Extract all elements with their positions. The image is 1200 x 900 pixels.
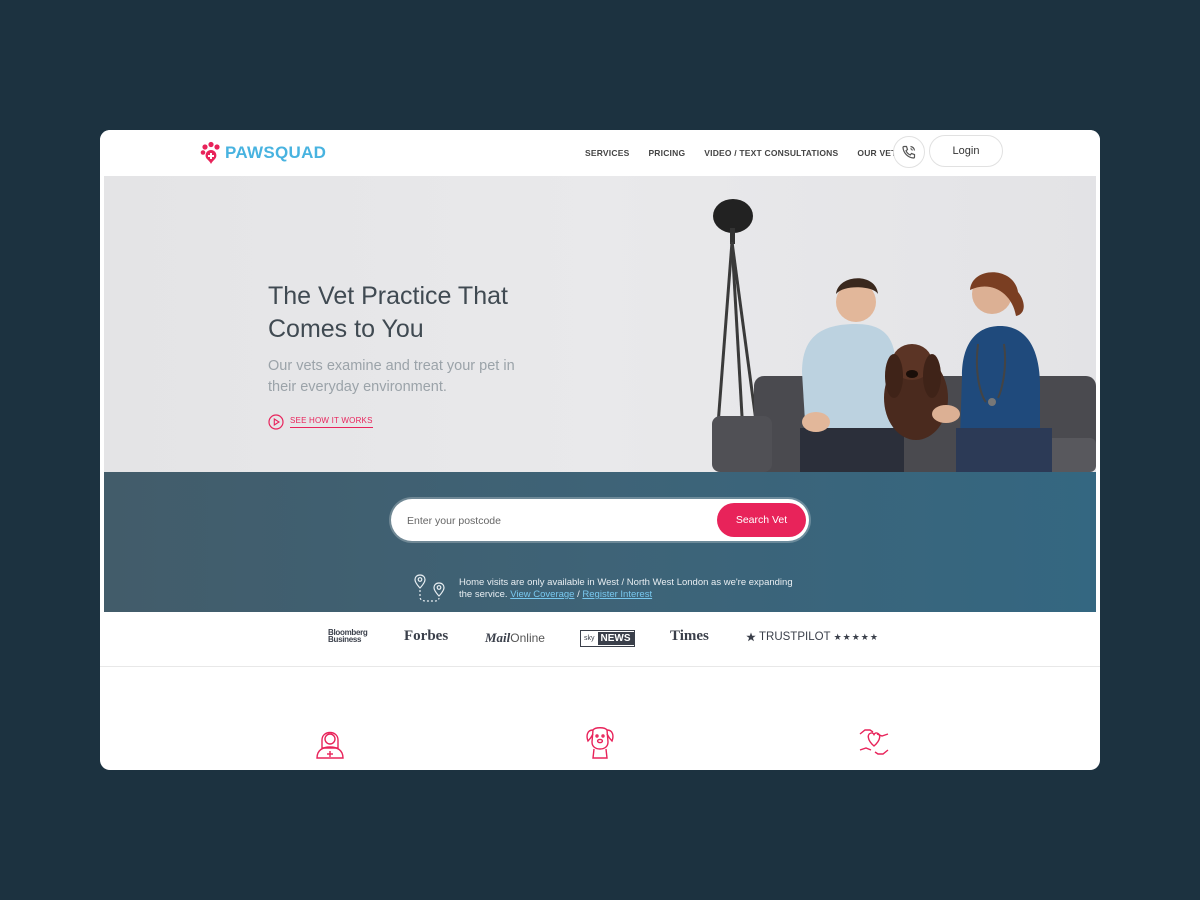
- register-interest-link[interactable]: Register Interest: [582, 589, 652, 600]
- mailonline-logo: MailOnline: [485, 630, 545, 646]
- trustpilot-logo: TRUSTPILOT ★★★★★: [746, 631, 879, 643]
- trustpilot-stars: ★★★★★: [833, 631, 879, 642]
- hero-subtitle: Our vets examine and treat your pet in t…: [268, 358, 515, 395]
- bloomberg-business-logo: Bloomberg Business: [328, 629, 368, 644]
- news-logo-text: NEWS: [597, 632, 634, 645]
- press-logos-bar: Bloomberg Business Forbes MailOnline sky…: [100, 612, 1100, 667]
- trustpilot-star-icon: [746, 632, 756, 642]
- nav-services[interactable]: SERVICES: [585, 148, 629, 158]
- nav-video-text-consultations[interactable]: VIDEO / TEXT CONSULTATIONS: [704, 148, 838, 158]
- see-how-it-works-link[interactable]: SEE HOW IT WORKS: [268, 414, 373, 430]
- main-nav: SERVICES PRICING VIDEO / TEXT CONSULTATI…: [585, 130, 921, 176]
- bloomberg-logo-line-2: Business: [328, 635, 362, 644]
- pawsquad-logo[interactable]: PAWSQUAD: [200, 136, 326, 170]
- mail-logo-bold: Mail: [485, 630, 511, 645]
- browser-frame: PAWSQUAD SERVICES PRICING VIDEO / TEXT C…: [100, 130, 1100, 770]
- mail-logo-rest: Online: [510, 631, 545, 645]
- view-coverage-link[interactable]: View Coverage: [510, 589, 574, 600]
- heart-hands-icon: [859, 729, 889, 755]
- postcode-input[interactable]: [405, 507, 709, 535]
- search-vet-button[interactable]: Search Vet: [717, 503, 806, 537]
- postcode-search-box: Search Vet: [391, 499, 809, 541]
- logo-text: PAWSQUAD: [225, 143, 327, 162]
- search-section: Search Vet Home visits are only availabl…: [104, 472, 1096, 612]
- see-how-it-works-label: SEE HOW IT WORKS: [290, 416, 373, 428]
- trustpilot-text: TRUSTPILOT: [759, 631, 831, 643]
- map-pins-icon: [414, 574, 445, 602]
- hero-title-line-1: The Vet Practice That: [268, 282, 508, 310]
- sky-news-logo: sky NEWS: [580, 630, 635, 647]
- site-header: PAWSQUAD SERVICES PRICING VIDEO / TEXT C…: [100, 130, 1100, 176]
- forbes-logo: Forbes: [404, 628, 449, 644]
- hero-title-line-2: Comes to You: [268, 315, 424, 343]
- times-logo: Times: [670, 628, 709, 644]
- play-circle-icon: [268, 414, 284, 430]
- link-separator: /: [577, 589, 580, 600]
- hero-photo-vets-with-dog: [712, 199, 1096, 472]
- phone-button[interactable]: [893, 136, 925, 168]
- nav-pricing[interactable]: PRICING: [648, 148, 685, 158]
- coverage-notice: Home visits are only available in West /…: [413, 572, 799, 606]
- login-button[interactable]: Login: [929, 135, 1003, 167]
- coverage-text: Home visits are only available in West /…: [459, 577, 799, 601]
- phone-icon: [902, 145, 916, 159]
- paw-logo-icon: [200, 141, 220, 164]
- hero-title: The Vet Practice That Comes to You: [268, 280, 568, 346]
- sky-logo-text: sky: [584, 635, 595, 642]
- hero-section: The Vet Practice That Comes to You Our v…: [104, 176, 1096, 472]
- dog-icon: [586, 727, 614, 759]
- vet-person-icon: [316, 731, 344, 759]
